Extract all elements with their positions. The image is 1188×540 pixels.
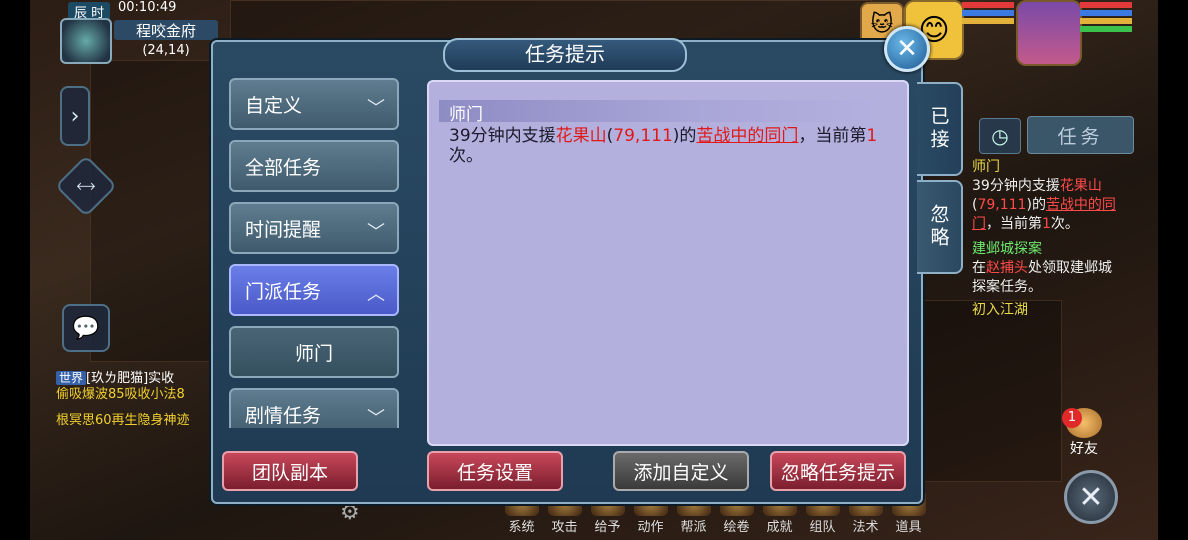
- category-custom[interactable]: 自定义 ﹀: [229, 78, 399, 130]
- minimap-icon[interactable]: [60, 18, 112, 64]
- scene-roof: [230, 0, 872, 42]
- category-time-reminder[interactable]: 时间提醒 ﹀: [229, 202, 399, 254]
- chevron-down-icon: ﹀: [367, 98, 385, 119]
- friends-icon: 1: [1062, 408, 1102, 438]
- exp-bar: [1080, 26, 1132, 32]
- dialog-side-tabs: 已接 忽略: [917, 82, 965, 278]
- close-icon[interactable]: ✕: [884, 26, 930, 72]
- tracker-tab-quest[interactable]: 任务: [1027, 116, 1134, 154]
- chat-icon[interactable]: 💬: [62, 304, 110, 352]
- screen-edge-right: [1158, 0, 1188, 540]
- tracker-quest-title: 初入江湖: [972, 302, 1028, 318]
- chevron-down-icon: ﹀: [367, 408, 385, 428]
- anger-bar: [1080, 18, 1132, 24]
- close-menu-icon[interactable]: ✕: [1064, 470, 1118, 524]
- mp-bar: [1080, 10, 1132, 16]
- exp-bar: [962, 18, 1014, 24]
- chat-line: 偷吸爆波85吸收小法8: [56, 387, 185, 402]
- player-status-bars: [1080, 2, 1132, 36]
- add-custom-button[interactable]: 添加自定义: [613, 451, 749, 491]
- chat-log[interactable]: 世界 [玖ㄌ肥猫]实收 偷吸爆波85吸收小法8 根冥思60再生隐身神迹: [56, 370, 216, 429]
- ignore-quest-hint-button[interactable]: 忽略任务提示: [770, 451, 906, 491]
- dialog-title: 任务提示: [443, 38, 687, 72]
- timer-icon[interactable]: ◷: [979, 118, 1021, 154]
- quest-settings-button[interactable]: 任务设置: [427, 451, 563, 491]
- expand-arrow-icon[interactable]: ›: [60, 86, 90, 146]
- tracker-quest-desc: 在赵捕头处领取建邺城探案任务。: [972, 260, 1112, 295]
- quest-description: 39分钟内支援花果山(79,111)的苦战中的同门，当前第1次。: [449, 126, 878, 166]
- friend-count-badge: 1: [1062, 408, 1082, 428]
- clock: 00:10:49: [118, 0, 177, 15]
- friends-button[interactable]: 1 好友: [1060, 408, 1108, 457]
- tracker-quest-desc: 39分钟内支援花果山(79,111)的苦战中的同门，当前第1次。: [972, 178, 1116, 232]
- tab-ignored[interactable]: 忽略: [917, 180, 963, 274]
- hp-bar: [1080, 2, 1132, 8]
- quest-tracker[interactable]: 师门 39分钟内支援花果山(79,111)的苦战中的同门，当前第1次。 建邺城探…: [972, 158, 1122, 328]
- chat-channel-badge: 世界: [56, 371, 87, 385]
- chevron-down-icon: ﹀: [367, 222, 385, 243]
- player-portrait-avatar[interactable]: [1016, 0, 1082, 66]
- quest-tracker-header: ◷ 任务: [975, 116, 1134, 154]
- quest-target-link[interactable]: 苦战中的同门: [696, 126, 798, 146]
- chat-line: [玖ㄌ肥猫]实收: [86, 371, 175, 386]
- pet-status-bars: [962, 2, 1014, 34]
- tracker-quest-title: 师门: [972, 159, 1000, 175]
- category-list[interactable]: 自定义 ﹀ 全部任务 时间提醒 ﹀ 门派任务 ︿ 师门 剧情任务 ﹀: [229, 78, 405, 428]
- quest-hint-dialog: 任务提示 自定义 ﹀ 全部任务 时间提醒 ﹀ 门派任务 ︿ 师门 剧情任务 ﹀ 师门 3…: [211, 38, 963, 504]
- quest-detail-panel: 师门 39分钟内支援花果山(79,111)的苦战中的同门，当前第1次。: [427, 80, 909, 446]
- map-name: 程咬金府: [114, 20, 218, 40]
- subcategory-master[interactable]: 师门: [229, 326, 399, 378]
- friends-label: 好友: [1070, 441, 1098, 457]
- hp-bar: [962, 2, 1014, 8]
- screen-edge-left: [0, 0, 30, 540]
- team-dungeon-button[interactable]: 团队副本: [222, 451, 358, 491]
- tab-accepted[interactable]: 已接: [917, 82, 963, 176]
- tracker-quest-title: 建邺城探案: [972, 241, 1042, 257]
- chat-line: 根冥思60再生隐身神迹: [56, 413, 190, 428]
- chevron-up-icon: ︿: [367, 284, 385, 305]
- map-coordinates: (24,14): [142, 43, 190, 58]
- category-sect[interactable]: 门派任务 ︿: [229, 264, 399, 316]
- location-panel[interactable]: 辰 时 00:10:49 程咬金府 (24,14): [58, 0, 218, 64]
- quest-name: 师门: [439, 100, 879, 125]
- category-all[interactable]: 全部任务: [229, 140, 399, 192]
- game-scene: 辰 时 00:10:49 程咬金府 (24,14) › ⤢ 💬 世界 [玖ㄌ肥猫]…: [0, 0, 1188, 540]
- category-story[interactable]: 剧情任务 ﹀: [229, 388, 399, 428]
- mp-bar: [962, 10, 1014, 16]
